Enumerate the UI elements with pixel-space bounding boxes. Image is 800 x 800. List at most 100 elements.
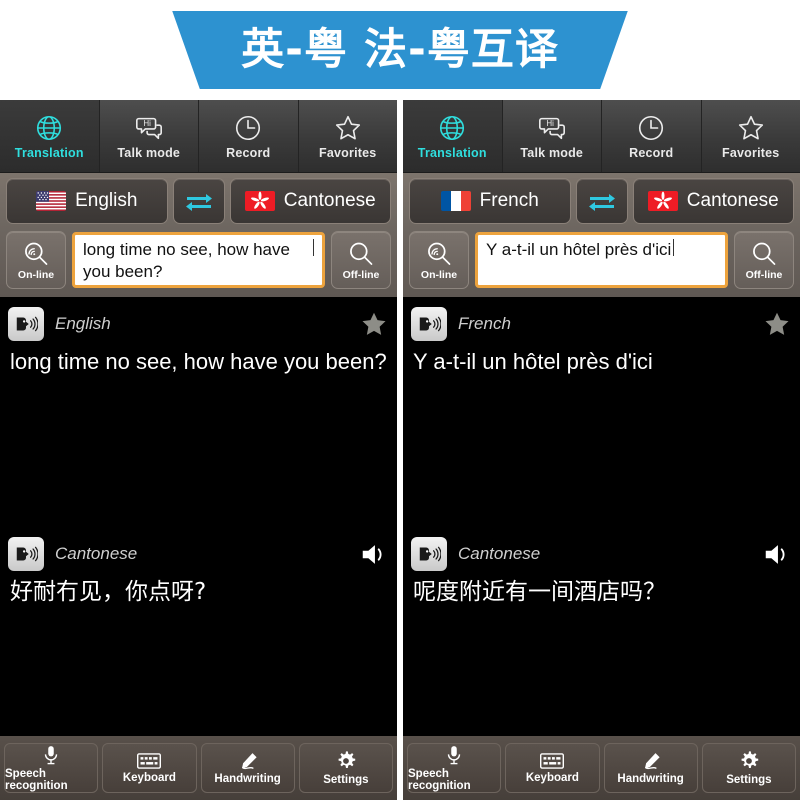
microphone-icon xyxy=(447,746,461,765)
handwriting-button[interactable]: Handwriting xyxy=(603,743,698,793)
speech-bubbles-icon: Hi xyxy=(135,117,162,139)
keyboard-label: Keyboard xyxy=(525,772,579,784)
language-selector-row: English Cantonese xyxy=(0,173,397,229)
settings-button[interactable]: Settings xyxy=(701,743,796,793)
clock-icon xyxy=(639,115,664,140)
translation-input-value: long time no see, how have you been? xyxy=(83,240,290,281)
tab-record-label: Record xyxy=(629,145,674,160)
source-language-button[interactable]: English xyxy=(6,178,168,224)
online-search-label: On-line xyxy=(17,268,55,281)
target-result-language: Cantonese xyxy=(55,544,138,563)
tab-translation[interactable]: Translation xyxy=(0,100,100,172)
app-screen-english: Translation Hi Talk mode Record Favorite… xyxy=(0,100,397,800)
source-language-button[interactable]: French xyxy=(409,178,571,224)
globe-icon xyxy=(440,115,465,140)
settings-label: Settings xyxy=(726,774,772,786)
results-spacer xyxy=(403,377,800,527)
hk-flag-icon xyxy=(647,191,678,211)
translation-input-field[interactable]: long time no see, how have you been? xyxy=(72,232,325,288)
target-language-label: Cantonese xyxy=(283,190,376,211)
fr-flag-icon xyxy=(440,191,471,211)
keyboard-icon xyxy=(540,753,565,769)
star-filled-icon[interactable] xyxy=(762,310,792,339)
source-speak-button[interactable] xyxy=(8,307,44,341)
settings-button[interactable]: Settings xyxy=(298,743,393,793)
results-area: French Y a-t-il un hôtel près d'ici Cant… xyxy=(403,297,800,736)
source-result-text: Y a-t-il un hôtel près d'ici xyxy=(413,349,653,374)
gear-icon xyxy=(338,751,356,769)
speaker-head-icon xyxy=(16,546,38,562)
tab-record[interactable]: Record xyxy=(602,100,702,172)
handwriting-label: Handwriting xyxy=(214,773,281,785)
gear-icon xyxy=(741,751,759,769)
tab-talk-mode[interactable]: Hi Talk mode xyxy=(503,100,602,172)
tab-talk-mode-label: Talk mode xyxy=(117,145,181,160)
target-result-text: 呢度附近有一间酒店吗？ xyxy=(413,579,666,605)
tab-favorites[interactable]: Favorites xyxy=(702,100,800,172)
star-outline-icon xyxy=(335,115,360,139)
input-row: On-line long time no see, how have you b… xyxy=(0,229,397,297)
online-search-button[interactable]: On-line xyxy=(6,231,66,289)
speech-recognition-label: Speech recognition xyxy=(408,768,471,792)
offline-search-button[interactable]: Off-line xyxy=(331,231,391,289)
top-navigation-bar: Translation Hi Talk mode Record Favorite… xyxy=(403,100,800,173)
keyboard-button[interactable]: Keyboard xyxy=(102,743,197,793)
target-result-block: Cantonese 呢度附近有一间酒店吗？ xyxy=(403,527,800,607)
tab-translation[interactable]: Translation xyxy=(403,100,503,172)
results-spacer xyxy=(0,377,397,527)
swap-languages-button[interactable] xyxy=(172,178,225,224)
target-language-button[interactable]: Cantonese xyxy=(632,178,794,224)
swap-arrows-icon xyxy=(185,194,212,211)
keyboard-icon xyxy=(137,753,162,769)
source-result-text: long time no see, how have you been? xyxy=(10,349,387,374)
target-result-language: Cantonese xyxy=(458,544,541,563)
tab-favorites[interactable]: Favorites xyxy=(299,100,398,172)
source-speak-button[interactable] xyxy=(411,307,447,341)
tab-favorites-label: Favorites xyxy=(319,145,377,160)
star-outline-icon xyxy=(738,115,763,139)
bottom-toolbar: Speech recognition Keyboard Handwriting … xyxy=(403,736,800,800)
tab-talk-mode[interactable]: Hi Talk mode xyxy=(100,100,199,172)
speech-bubbles-icon: Hi xyxy=(538,117,565,139)
source-result-header: English xyxy=(8,307,389,341)
magnifier-icon xyxy=(350,242,373,265)
tab-record[interactable]: Record xyxy=(199,100,299,172)
tab-record-label: Record xyxy=(226,145,271,160)
pen-icon xyxy=(241,753,257,770)
app-screen-french: Translation Hi Talk mode Record Favorite… xyxy=(403,100,800,800)
volume-icon[interactable] xyxy=(359,541,389,568)
translation-input-field[interactable]: Y a-t-il un hôtel près d'ici xyxy=(475,232,728,288)
speech-recognition-button[interactable]: Speech recognition xyxy=(407,743,502,793)
magnifier-wifi-icon xyxy=(25,242,48,265)
source-language-label: English xyxy=(75,190,138,211)
magnifier-wifi-icon xyxy=(428,242,451,265)
tab-talk-mode-label: Talk mode xyxy=(520,145,584,160)
target-speak-button[interactable] xyxy=(411,537,447,571)
offline-search-button[interactable]: Off-line xyxy=(734,231,794,289)
online-search-button[interactable]: On-line xyxy=(409,231,469,289)
translation-input-value: Y a-t-il un hôtel près d'ici xyxy=(486,240,672,259)
handwriting-button[interactable]: Handwriting xyxy=(200,743,295,793)
volume-icon[interactable] xyxy=(762,541,792,568)
target-result-text: 好耐冇见，你点呀? xyxy=(10,579,207,605)
us-flag-icon xyxy=(36,191,67,211)
results-area: English long time no see, how have you b… xyxy=(0,297,397,736)
speech-recognition-button[interactable]: Speech recognition xyxy=(4,743,99,793)
svg-text:Hi: Hi xyxy=(546,119,554,128)
speaker-head-icon xyxy=(16,316,38,332)
star-filled-icon[interactable] xyxy=(359,310,389,339)
swap-languages-button[interactable] xyxy=(575,178,628,224)
hk-flag-icon xyxy=(244,191,275,211)
bottom-toolbar: Speech recognition Keyboard Handwriting … xyxy=(0,736,397,800)
keyboard-button[interactable]: Keyboard xyxy=(505,743,600,793)
text-caret xyxy=(673,239,675,256)
swap-arrows-icon xyxy=(588,194,615,211)
microphone-icon xyxy=(44,746,58,765)
speech-recognition-label: Speech recognition xyxy=(5,768,68,792)
target-speak-button[interactable] xyxy=(8,537,44,571)
settings-label: Settings xyxy=(323,774,369,786)
target-language-button[interactable]: Cantonese xyxy=(229,178,391,224)
offline-search-label: Off-line xyxy=(745,268,783,281)
tab-translation-label: Translation xyxy=(14,145,84,160)
target-result-header: Cantonese xyxy=(411,537,792,571)
